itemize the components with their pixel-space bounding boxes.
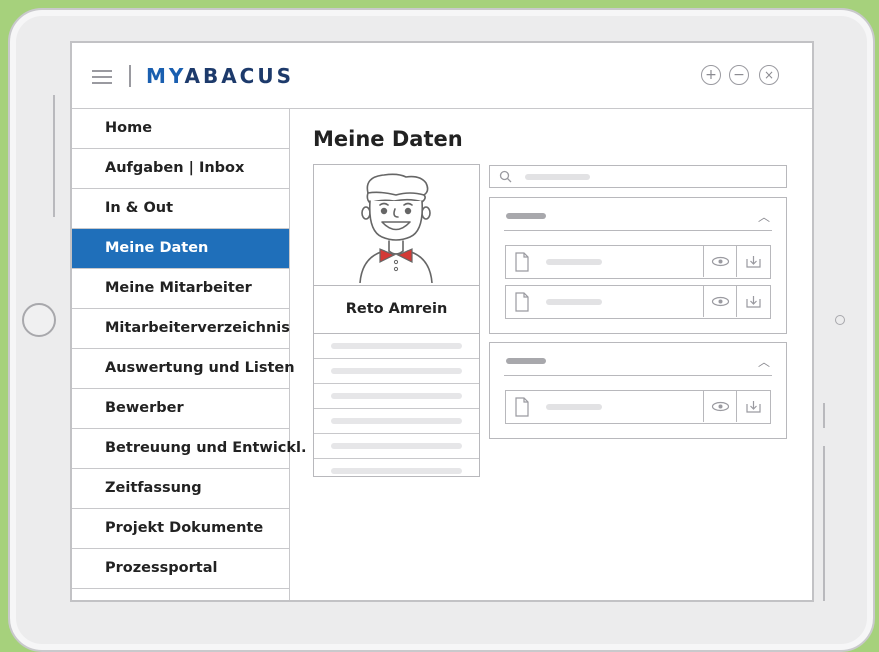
sidebar-item-auswertung-und-listen[interactable]: Auswertung und Listen [72,349,295,389]
divider [129,65,131,87]
chevron-up-icon[interactable]: ︿ [758,208,770,225]
download-icon[interactable] [736,391,770,422]
group-header[interactable]: ︿ [504,198,772,231]
file-row[interactable] [505,390,771,424]
add-icon[interactable]: + [701,65,721,85]
camera-icon [835,315,845,325]
profile-field [314,334,479,359]
hamburger-menu-icon[interactable] [92,70,112,84]
view-icon[interactable] [703,246,737,277]
search-input[interactable] [489,165,787,188]
home-button[interactable] [22,303,56,337]
sidebar-item-mitarbeiterverzeichnis[interactable]: Mitarbeiterverzeichnis [72,309,290,349]
document-icon [515,397,529,417]
group-header[interactable]: ︿ [504,343,772,376]
sidebar-item-prozessportal[interactable]: Prozessportal [72,549,289,589]
profile-field [314,359,479,384]
profile-field [314,384,479,409]
document-icon [515,292,529,312]
profile-field [314,434,479,459]
avatar-illustration-icon [359,173,433,284]
download-icon[interactable] [736,246,770,277]
tablet-side-button [823,446,825,601]
sidebar-item-bewerber[interactable]: Bewerber [72,389,289,429]
main-content: Meine Daten Reto Amrein ︿ ︿ [291,109,812,600]
minimize-icon[interactable]: − [729,65,749,85]
tablet-side-button [823,403,825,428]
document-group: ︿ [489,342,787,439]
profile-field [314,459,479,483]
sidebar-item-in-out[interactable]: In & Out [72,189,289,229]
top-bar: MYABACUS + − × [72,43,812,109]
profile-card: Reto Amrein [313,164,480,477]
search-icon [499,170,512,183]
close-icon[interactable]: × [759,65,779,85]
view-icon[interactable] [703,391,737,422]
chevron-up-icon[interactable]: ︿ [758,353,770,370]
view-icon[interactable] [703,286,737,317]
profile-name: Reto Amrein [314,286,479,334]
brand-logo: MYABACUS [146,64,295,88]
sidebar-item-betreuung-und-entwicklung[interactable]: Betreuung und Entwickl. [72,429,307,469]
sidebar-item-aufgaben-inbox[interactable]: Aufgaben | Inbox [72,149,289,189]
sidebar: Home Aufgaben | Inbox In & Out Meine Dat… [72,109,307,600]
app-window: MYABACUS + − × Home Aufgaben | Inbox In … [70,41,814,602]
avatar [314,165,479,286]
file-row[interactable] [505,285,771,319]
profile-field [314,409,479,434]
page-title: Meine Daten [313,127,463,151]
document-group: ︿ [489,197,787,334]
sidebar-item-home[interactable]: Home [72,109,289,149]
sidebar-item-projekt-dokumente[interactable]: Projekt Dokumente [72,509,289,549]
download-icon[interactable] [736,286,770,317]
document-icon [515,252,529,272]
sidebar-item-zeitfassung[interactable]: Zeitfassung [72,469,289,509]
sidebar-item-meine-mitarbeiter[interactable]: Meine Mitarbeiter [72,269,289,309]
sidebar-item-meine-daten[interactable]: Meine Daten [72,229,289,269]
file-row[interactable] [505,245,771,279]
tablet-side-button [53,95,55,217]
